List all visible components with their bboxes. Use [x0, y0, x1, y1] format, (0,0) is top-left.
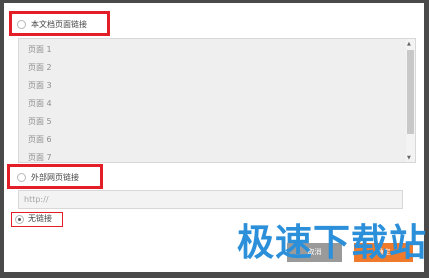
scroll-up-arrow-icon[interactable]: ▲	[407, 41, 411, 47]
link-dialog: 本文档页面链接 页面 1 页面 2 页面 3 页面 4 页面 5 页面 6 页面…	[4, 3, 427, 272]
list-item[interactable]: 页面 4	[28, 99, 52, 109]
scrollbar-thumb[interactable]	[407, 50, 414, 134]
radio-no-link[interactable]	[15, 215, 24, 224]
list-item[interactable]: 页面 5	[28, 117, 52, 127]
radio-external-link[interactable]	[17, 173, 26, 182]
doc-page-link-label[interactable]: 本文档页面链接	[31, 20, 87, 30]
page-list[interactable]: 页面 1 页面 2 页面 3 页面 4 页面 5 页面 6 页面 7 ▲ ▼	[18, 38, 416, 163]
external-link-label[interactable]: 外部网页链接	[31, 173, 79, 183]
url-input[interactable]: http://	[18, 190, 403, 209]
scroll-down-arrow-icon[interactable]: ▼	[407, 155, 411, 161]
list-item[interactable]: 页面 3	[28, 81, 52, 91]
list-item[interactable]: 页面 1	[28, 45, 52, 55]
no-link-label[interactable]: 无链接	[28, 214, 52, 224]
radio-doc-page-link[interactable]	[17, 20, 26, 29]
list-item[interactable]: 页面 2	[28, 63, 52, 73]
scrollbar[interactable]: ▲ ▼	[406, 39, 415, 162]
list-item[interactable]: 页面 6	[28, 135, 52, 145]
list-item[interactable]: 页面 7	[28, 153, 52, 162]
watermark-logo: 极速下载站	[237, 221, 427, 264]
